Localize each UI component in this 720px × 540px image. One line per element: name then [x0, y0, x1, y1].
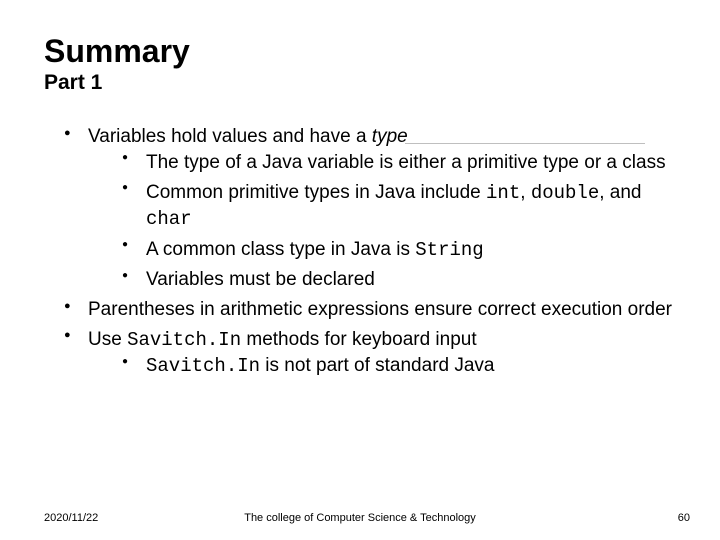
- slide: Summary Part 1 Variables hold values and…: [0, 0, 720, 540]
- list-item: A common class type in Java is String: [122, 237, 676, 264]
- text: is not part of standard Java: [260, 355, 494, 376]
- text: Variables hold values and have a: [88, 126, 372, 147]
- code: int: [486, 182, 520, 204]
- slide-subtitle: Part 1: [44, 71, 676, 94]
- code: Savitch.In: [146, 355, 260, 377]
- text: The type of a Java variable is either a …: [146, 152, 666, 173]
- list-item: Variables hold values and have a type Th…: [64, 124, 676, 293]
- list-item: Parentheses in arithmetic expressions en…: [64, 297, 676, 323]
- text: methods for keyboard input: [241, 329, 477, 350]
- text: , and: [599, 182, 641, 203]
- page-number: 60: [678, 512, 690, 524]
- list-item: Use Savitch.In methods for keyboard inpu…: [64, 327, 676, 380]
- code: String: [415, 239, 483, 261]
- code: double: [531, 182, 599, 204]
- text: A common class type in Java is: [146, 239, 415, 260]
- text: ,: [520, 182, 531, 203]
- slide-title: Summary: [44, 34, 676, 69]
- text: Use: [88, 329, 127, 350]
- code: Savitch.In: [127, 329, 241, 351]
- text: Variables must be declared: [146, 269, 375, 290]
- footer-center: The college of Computer Science & Techno…: [0, 512, 720, 524]
- text: Parentheses in arithmetic expressions en…: [88, 299, 672, 320]
- list-item: Variables must be declared: [122, 267, 676, 293]
- list-item: Savitch.In is not part of standard Java: [122, 353, 676, 380]
- list-item: Common primitive types in Java include i…: [122, 180, 676, 233]
- body-list: Variables hold values and have a type Th…: [44, 124, 676, 380]
- list-item: The type of a Java variable is either a …: [122, 150, 676, 176]
- text: Common primitive types in Java include: [146, 182, 486, 203]
- emph-text: type: [372, 126, 408, 147]
- code: char: [146, 208, 192, 230]
